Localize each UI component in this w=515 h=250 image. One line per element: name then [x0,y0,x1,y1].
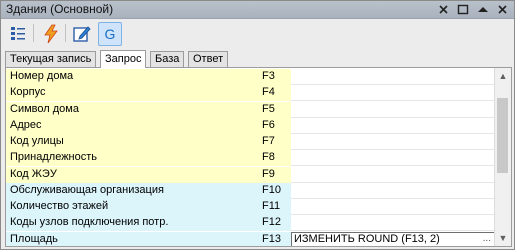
field-name: Принадлежность [10,151,98,164]
svg-text:G: G [105,26,116,42]
field-code: F6 [262,118,275,131]
edit-button[interactable] [70,22,94,46]
tab-query[interactable]: Запрос [100,50,147,68]
field-name: Символ дома [10,102,79,115]
table-row[interactable]: Символ дома F5 [6,101,495,118]
field-name: Коды узлов подключения потр. [10,216,169,229]
row-background [6,85,291,102]
field-name: Корпус [10,86,46,99]
query-grid: Номер дома F3 Корпус F4 Символ дома F5 Адрес F6… [5,67,512,247]
field-code: F4 [262,86,275,99]
table-row[interactable]: Коды узлов подключения потр. F12 [6,215,495,232]
tab-current-record[interactable]: Текущая запись [5,51,97,67]
scroll-down-icon[interactable]: ▼ [495,230,511,246]
edit-icon [73,26,91,42]
query-value-cell[interactable] [291,85,494,101]
close-icon[interactable] [437,3,451,16]
field-name: Обслуживающая организация [10,183,164,196]
scroll-up-icon[interactable]: ▲ [495,68,511,84]
g-mode-button[interactable]: G [98,22,122,46]
collapse-icon[interactable] [476,3,490,16]
maximize-icon[interactable] [456,3,470,16]
query-value-cell[interactable] [291,182,494,198]
tab-answer[interactable]: Ответ [188,51,229,67]
table-row[interactable]: Площадь F13 ИЗМЕНИТЬ ROUND (F13, 2)... [6,231,496,246]
field-name: Количество этажей [10,200,109,212]
query-expression-input[interactable]: ИЗМЕНИТЬ ROUND (F13, 2)... [291,231,496,246]
window-title: Здания (Основной) [6,2,114,16]
g-icon: G [105,26,116,42]
field-code: F3 [262,70,275,82]
query-value-cell[interactable] [291,150,494,166]
query-expression-text: ИЗМЕНИТЬ ROUND (F13, 2) [294,232,440,245]
lightning-icon [44,24,58,44]
window: Здания (Основной) G Текущая запись Запро… [0,0,515,250]
scroll-thumb[interactable] [497,98,508,173]
field-code: F5 [262,102,275,115]
query-value-cell[interactable] [291,166,494,182]
field-name: Площадь [10,232,58,245]
field-name: Код ЖЭУ [10,167,57,180]
field-code: F9 [262,167,275,180]
list-view-button[interactable] [6,22,30,46]
query-value-cell[interactable] [291,134,494,149]
field-code: F13 [262,232,281,245]
query-value-cell[interactable] [291,199,494,214]
query-value-cell[interactable] [291,215,494,231]
query-value-cell[interactable] [291,101,494,117]
table-row[interactable]: Код ЖЭУ F9 [6,166,495,183]
row-background [6,117,291,134]
field-code: F7 [262,135,275,147]
toolbar: G [1,19,514,49]
close-panel-icon[interactable] [496,3,510,16]
query-value-cell[interactable] [291,117,494,133]
tab-base[interactable]: База [150,51,185,67]
field-code: F12 [262,216,281,229]
field-code: F11 [262,200,281,212]
table-row[interactable]: Количество этажей F11 [6,199,495,215]
toolbar-separator [33,24,34,42]
ellipsis-button[interactable]: ... [483,233,491,244]
field-name: Номер дома [10,70,74,82]
list-icon [11,27,25,40]
table-row[interactable]: Корпус F4 [6,85,495,102]
table-row[interactable]: Обслуживающая организация F10 [6,182,495,199]
table-row[interactable]: Адрес F6 [6,117,495,134]
field-code: F8 [262,151,275,164]
field-name: Код улицы [10,135,64,147]
vertical-scrollbar[interactable]: ▲ ▼ [494,68,511,246]
lightning-button[interactable] [39,22,63,46]
toolbar-separator [65,24,66,42]
table-row[interactable]: Принадлежность F8 [6,150,495,167]
field-name: Адрес [10,118,42,131]
title-bar: Здания (Основной) [1,1,514,19]
table-row[interactable]: Номер дома F3 [6,69,495,85]
query-value-cell[interactable] [291,69,494,84]
table-row[interactable]: Код улицы F7 [6,134,495,150]
field-code: F10 [262,183,281,196]
